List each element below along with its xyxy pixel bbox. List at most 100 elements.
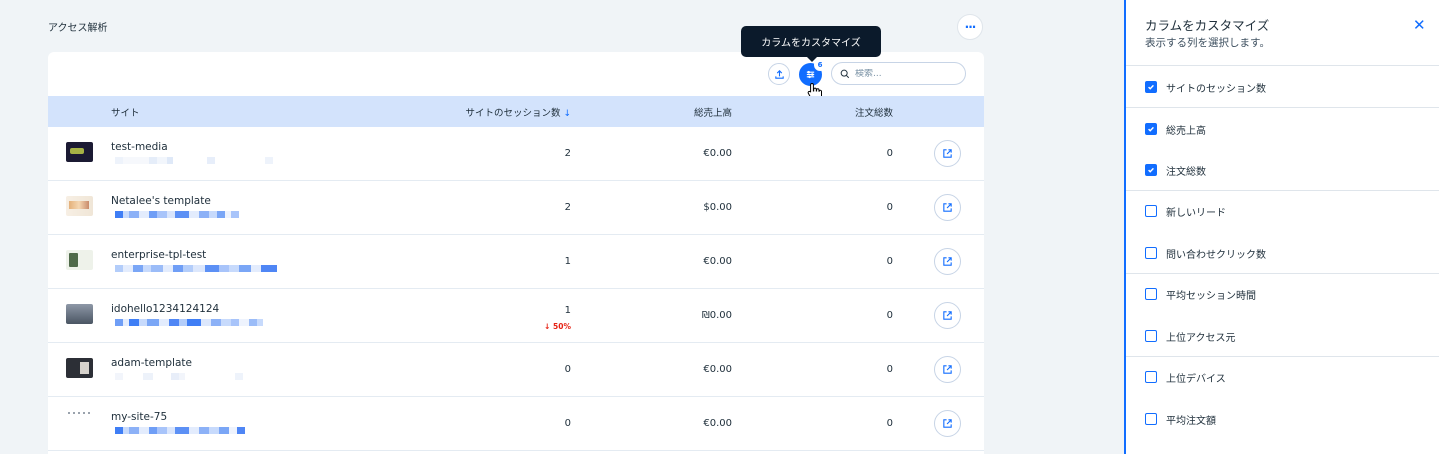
sales-value: $0.00 <box>703 202 732 213</box>
site-url-blurred <box>115 157 273 164</box>
panel-title: カラムをカスタマイズ <box>1145 18 1270 33</box>
column-option-label: 総売上高 <box>1166 126 1206 137</box>
external-link-icon <box>943 365 952 374</box>
site-name: idohello1234124124 <box>111 303 220 315</box>
site-url-blurred <box>115 211 239 218</box>
export-button[interactable] <box>768 63 790 85</box>
site-name: adam-template <box>111 357 192 369</box>
column-option[interactable]: 上位アクセス元 <box>1126 315 1439 356</box>
table-toolbar: 6 <box>48 52 984 102</box>
table-row[interactable]: Netalee's template 2 $0.00 0 <box>48 181 984 235</box>
site-name: Netalee's template <box>111 195 211 207</box>
sessions-value: 2 <box>564 202 571 213</box>
table-header: サイト サイトのセッション数 ↓ 総売上高 注文総数 <box>48 96 984 127</box>
external-link-icon <box>943 203 952 212</box>
column-option[interactable]: サイトのセッション数 <box>1126 66 1439 107</box>
column-option[interactable]: 問い合わせクリック数 <box>1126 232 1439 273</box>
site-url-blurred <box>115 265 277 272</box>
orders-value: 0 <box>886 364 893 375</box>
column-option[interactable]: 上位デバイス <box>1126 356 1439 397</box>
column-header-sessions-label: サイトのセッション数 <box>465 108 561 119</box>
checkbox[interactable] <box>1145 81 1157 93</box>
open-site-button[interactable] <box>934 140 961 167</box>
open-site-button[interactable] <box>934 410 961 437</box>
checkbox[interactable] <box>1145 371 1157 383</box>
site-url-blurred <box>115 373 243 380</box>
column-header-orders[interactable]: 注文総数 <box>855 105 893 119</box>
sales-value: €0.00 <box>703 148 732 159</box>
sessions-value: 1 <box>564 305 571 316</box>
checkbox[interactable] <box>1145 288 1157 300</box>
orders-value: 0 <box>886 256 893 267</box>
external-link-icon <box>943 419 952 428</box>
sort-down-icon: ↓ <box>563 109 571 119</box>
sales-value: €0.00 <box>703 256 732 267</box>
search-field[interactable] <box>831 62 966 85</box>
orders-value: 0 <box>886 202 893 213</box>
check-icon <box>1148 84 1154 90</box>
orders-value: 0 <box>886 418 893 429</box>
site-thumbnail <box>66 250 93 270</box>
checkbox[interactable] <box>1145 123 1157 135</box>
sales-value: ₪0.00 <box>701 310 732 321</box>
customize-columns-tooltip: カラムをカスタマイズ <box>741 26 881 62</box>
orders-value: 0 <box>886 148 893 159</box>
open-site-button[interactable] <box>934 356 961 383</box>
table-row[interactable]: my-site-75 0 €0.00 0 <box>48 397 984 451</box>
page-title: アクセス解析 <box>48 23 108 34</box>
column-option[interactable]: 新しいリード <box>1126 190 1439 231</box>
external-link-icon <box>943 149 952 158</box>
column-option-label: 注文総数 <box>1166 167 1206 178</box>
column-header-site[interactable]: サイト <box>111 105 140 119</box>
table-row[interactable]: enterprise-tpl-test 1 €0.00 0 <box>48 235 984 289</box>
sliders-icon <box>806 70 815 79</box>
sessions-value: 0 <box>564 418 571 429</box>
site-thumbnail <box>66 358 93 378</box>
column-option[interactable]: 注文総数 <box>1126 149 1439 190</box>
column-option-label: 新しいリード <box>1166 208 1226 219</box>
column-option[interactable]: 総売上高 <box>1126 108 1439 149</box>
column-header-sales[interactable]: 総売上高 <box>694 105 732 119</box>
close-icon[interactable]: ✕ <box>1413 18 1426 33</box>
analytics-table-card: 6 サイト サイトのセッション数↓ 総売上高 注文総数 test-media 2… <box>48 52 984 454</box>
site-thumbnail <box>66 142 93 162</box>
sales-value: €0.00 <box>703 418 732 429</box>
search-input[interactable] <box>855 68 955 79</box>
open-site-button[interactable] <box>934 302 961 329</box>
column-option-label: 上位アクセス元 <box>1166 333 1236 344</box>
search-icon <box>840 69 850 78</box>
table-row[interactable]: test-media 2 €0.00 0 <box>48 127 984 181</box>
page-header: アクセス解析 ··· <box>0 0 1124 52</box>
column-option[interactable]: 平均注文額 <box>1126 398 1439 439</box>
open-site-button[interactable] <box>934 194 961 221</box>
site-url-blurred <box>115 427 245 434</box>
site-thumbnail <box>66 196 93 216</box>
site-name: my-site-75 <box>111 411 168 423</box>
sales-value: €0.00 <box>703 364 732 375</box>
checkbox[interactable] <box>1145 330 1157 342</box>
panel-subtitle: 表示する列を選択します。 <box>1145 37 1270 49</box>
customize-columns-panel: カラムをカスタマイズ 表示する列を選択します。 ✕ サイトのセッション数 総売上… <box>1124 0 1439 454</box>
column-option-label: サイトのセッション数 <box>1166 84 1266 95</box>
checkbox[interactable] <box>1145 205 1157 217</box>
checkbox[interactable] <box>1145 164 1157 176</box>
check-icon <box>1148 126 1154 132</box>
sessions-value: 2 <box>564 148 571 159</box>
checkbox[interactable] <box>1145 247 1157 259</box>
site-url-blurred <box>115 319 263 326</box>
check-icon <box>1148 167 1154 173</box>
open-site-button[interactable] <box>934 248 961 275</box>
table-row[interactable]: adam-template 0 €0.00 0 <box>48 343 984 397</box>
column-option-label: 平均注文額 <box>1166 416 1216 427</box>
table-row[interactable]: idohello1234124124 1 ↓ 50% ₪0.00 0 <box>48 289 984 343</box>
column-option-label: 平均セッション時間 <box>1166 291 1256 302</box>
column-option[interactable]: 平均セッション時間 <box>1126 273 1439 314</box>
orders-value: 0 <box>886 310 893 321</box>
column-option-label: 問い合わせクリック数 <box>1166 250 1266 261</box>
column-header-sessions[interactable]: サイトのセッション数 ↓ <box>465 105 571 119</box>
site-thumbnail <box>66 304 93 324</box>
column-option-label: 上位デバイス <box>1166 374 1226 385</box>
checkbox[interactable] <box>1145 413 1157 425</box>
upload-icon <box>774 69 784 79</box>
more-actions-button[interactable]: ··· <box>957 14 983 40</box>
